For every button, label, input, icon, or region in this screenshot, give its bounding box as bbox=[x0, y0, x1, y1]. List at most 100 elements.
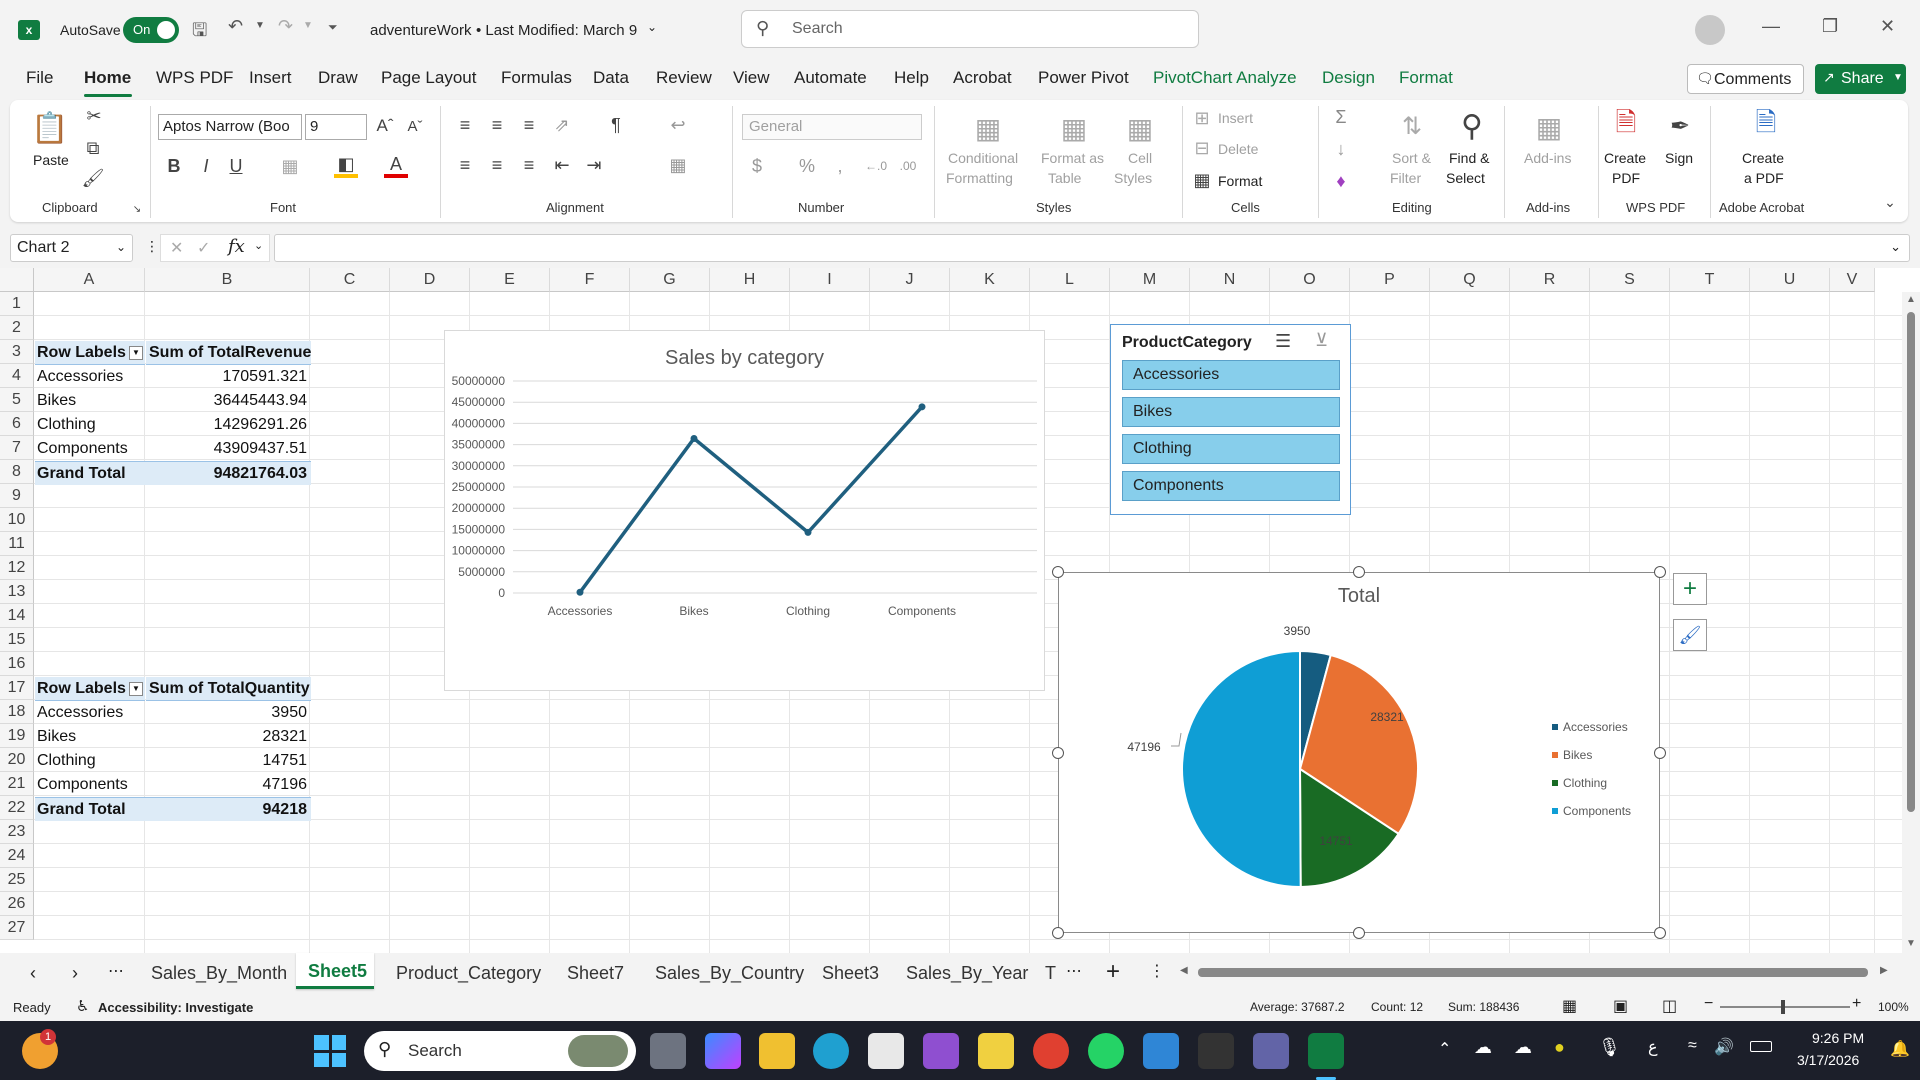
pivot-row-value[interactable]: 28321 bbox=[146, 725, 308, 749]
chevron-down-icon[interactable]: ⌄ bbox=[254, 239, 263, 252]
create-pdf-label2[interactable]: PDF bbox=[1612, 168, 1640, 188]
clock-date[interactable]: 3/17/2026 bbox=[1797, 1052, 1859, 1068]
number-format-select[interactable]: General bbox=[742, 114, 922, 140]
share-button[interactable]: ↗ Share ▼ bbox=[1815, 64, 1906, 94]
pivot-header-row-labels[interactable]: Row Labels ▼ bbox=[35, 677, 145, 701]
pivot-row-label[interactable]: Clothing bbox=[37, 749, 96, 773]
chart-elements-button[interactable]: + bbox=[1673, 573, 1707, 605]
fill-icon[interactable]: ↓ bbox=[1330, 138, 1352, 160]
tab-data[interactable]: Data bbox=[593, 68, 629, 88]
align-top-icon[interactable]: ≡ bbox=[453, 114, 477, 136]
row-header-1[interactable]: 1 bbox=[0, 292, 34, 316]
battery-icon[interactable] bbox=[1750, 1041, 1772, 1052]
filter-dropdown-icon[interactable]: ▼ bbox=[129, 682, 143, 696]
column-header-Q[interactable]: Q bbox=[1430, 268, 1510, 292]
zoom-slider-thumb[interactable] bbox=[1781, 1000, 1785, 1014]
resize-handle[interactable] bbox=[1353, 566, 1365, 578]
column-header-F[interactable]: F bbox=[550, 268, 630, 292]
increase-font-icon[interactable]: Aˆ bbox=[373, 114, 397, 138]
tray-chevron-icon[interactable]: ⌃ bbox=[1438, 1039, 1451, 1059]
formula-input[interactable]: ⌄ bbox=[274, 234, 1910, 262]
increase-indent-icon[interactable]: ⇥ bbox=[582, 154, 606, 176]
row-header-6[interactable]: 6 bbox=[0, 412, 34, 436]
font-color-icon[interactable]: A bbox=[384, 154, 408, 178]
copy-icon[interactable]: ⧉ bbox=[82, 138, 104, 158]
column-header-V[interactable]: V bbox=[1830, 268, 1875, 292]
tab-power-pivot[interactable]: Power Pivot bbox=[1038, 68, 1129, 88]
redo-icon[interactable]: ↷ bbox=[278, 16, 293, 37]
column-header-R[interactable]: R bbox=[1510, 268, 1590, 292]
pivot-row-value[interactable]: 36445443.94 bbox=[146, 389, 307, 413]
find-select-icon[interactable]: ⚲ bbox=[1452, 106, 1492, 146]
tab-draw[interactable]: Draw bbox=[318, 68, 358, 88]
vscode-icon[interactable] bbox=[1143, 1033, 1179, 1069]
row-header-17[interactable]: 17 bbox=[0, 676, 34, 700]
whatsapp-icon[interactable] bbox=[1088, 1033, 1124, 1069]
collapse-ribbon-icon[interactable]: ⌄ bbox=[1882, 194, 1898, 210]
tab-design[interactable]: Design bbox=[1322, 68, 1375, 88]
column-header-M[interactable]: M bbox=[1110, 268, 1190, 292]
normal-view-icon[interactable]: ▦ bbox=[1562, 996, 1577, 1016]
decrease-indent-icon[interactable]: ⇤ bbox=[550, 154, 574, 176]
slicer-item[interactable]: Clothing bbox=[1122, 434, 1340, 464]
italic-icon[interactable]: I bbox=[195, 154, 217, 178]
resize-handle[interactable] bbox=[1654, 927, 1666, 939]
scroll-thumb[interactable] bbox=[1907, 312, 1915, 812]
minimize-icon[interactable]: — bbox=[1762, 16, 1780, 37]
clear-icon[interactable]: ♦ bbox=[1330, 170, 1352, 192]
vertical-scrollbar[interactable]: ▲ ▼ bbox=[1902, 292, 1920, 953]
comma-icon[interactable]: , bbox=[829, 154, 851, 178]
row-header-8[interactable]: 8 bbox=[0, 460, 34, 484]
sheet-tab[interactable]: T bbox=[1045, 963, 1056, 984]
clear-filter-icon[interactable]: ⊻ bbox=[1315, 330, 1328, 351]
row-header-5[interactable]: 5 bbox=[0, 388, 34, 412]
increase-decimal-icon[interactable]: ←.0 bbox=[864, 154, 888, 178]
tab-help[interactable]: Help bbox=[894, 68, 929, 88]
scroll-thumb[interactable] bbox=[1198, 968, 1868, 977]
add-sheet-icon[interactable]: + bbox=[1106, 958, 1120, 986]
onedrive-icon[interactable]: ☁ bbox=[1474, 1037, 1492, 1058]
column-header-T[interactable]: T bbox=[1670, 268, 1750, 292]
multi-select-icon[interactable]: ☰ bbox=[1275, 331, 1291, 352]
scroll-right-icon[interactable]: ▶ bbox=[1880, 965, 1888, 976]
pivot-row-value[interactable]: 170591.321 bbox=[146, 365, 307, 389]
pivot-row-value[interactable]: 14296291.26 bbox=[146, 413, 307, 437]
font-name-select[interactable]: Aptos Narrow (Boo bbox=[158, 114, 302, 140]
filter-dropdown-icon[interactable]: ▼ bbox=[129, 346, 143, 360]
row-header-22[interactable]: 22 bbox=[0, 796, 34, 820]
addins-label[interactable]: Add-ins bbox=[1524, 148, 1571, 168]
column-header-E[interactable]: E bbox=[470, 268, 550, 292]
currency-icon[interactable]: $ bbox=[746, 154, 768, 178]
undo-icon[interactable]: ↶ bbox=[228, 16, 243, 37]
column-header-S[interactable]: S bbox=[1590, 268, 1670, 292]
row-header-7[interactable]: 7 bbox=[0, 436, 34, 460]
copilot-icon[interactable] bbox=[705, 1033, 741, 1069]
language-icon[interactable]: ع bbox=[1648, 1037, 1658, 1057]
conditional-formatting-icon[interactable]: ▦ bbox=[968, 108, 1008, 148]
tab-page-layout[interactable]: Page Layout bbox=[381, 68, 476, 88]
format-cells-icon[interactable]: ▦ bbox=[1192, 170, 1212, 190]
chevron-down-icon[interactable]: ⌄ bbox=[647, 20, 657, 34]
insert-cells-label[interactable]: Insert bbox=[1218, 108, 1253, 128]
percent-icon[interactable]: % bbox=[796, 154, 818, 178]
page-layout-view-icon[interactable]: ▣ bbox=[1613, 996, 1628, 1016]
delete-cells-label[interactable]: Delete bbox=[1218, 139, 1258, 159]
notifications-icon[interactable]: 🔔 bbox=[1890, 1039, 1910, 1059]
column-header-K[interactable]: K bbox=[950, 268, 1030, 292]
font-size-select[interactable]: 9 bbox=[305, 114, 367, 140]
zoom-slider[interactable] bbox=[1720, 1000, 1850, 1014]
column-header-A[interactable]: A bbox=[34, 268, 145, 292]
row-header-23[interactable]: 23 bbox=[0, 820, 34, 844]
taskbar-search[interactable]: ⚲ Search bbox=[364, 1031, 636, 1071]
sheet-tab[interactable]: Product_Category bbox=[396, 963, 541, 984]
resize-handle[interactable] bbox=[1052, 927, 1064, 939]
tab-review[interactable]: Review bbox=[656, 68, 712, 88]
pivot-row-value[interactable]: 43909437.51 bbox=[146, 437, 307, 461]
accessibility-status[interactable]: Accessibility: Investigate bbox=[98, 1000, 253, 1015]
fill-color-icon[interactable]: ◧ bbox=[334, 154, 358, 178]
search-box[interactable]: ⚲ Search bbox=[741, 10, 1199, 48]
row-header-24[interactable]: 24 bbox=[0, 844, 34, 868]
enter-icon[interactable]: ✓ bbox=[197, 238, 210, 258]
tab-home[interactable]: Home bbox=[84, 68, 131, 88]
pivot-grand-total-value[interactable]: 94821764.03 bbox=[146, 461, 311, 485]
